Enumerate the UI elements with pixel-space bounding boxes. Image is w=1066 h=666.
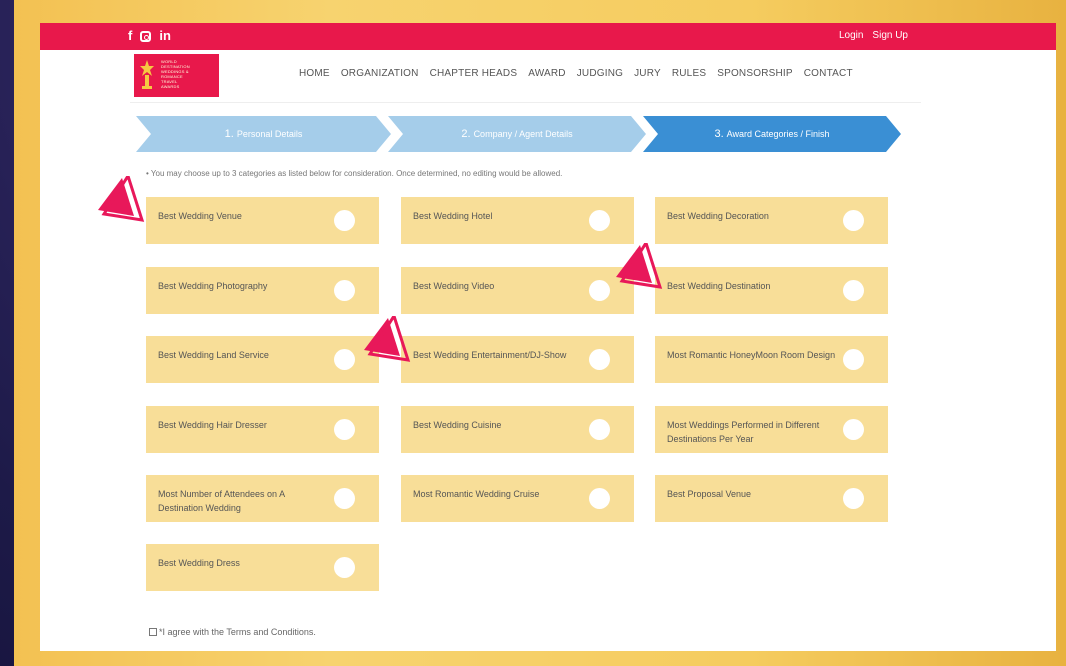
category-radio[interactable] xyxy=(589,419,610,440)
category-card[interactable]: Best Wedding Entertainment/DJ-Show xyxy=(401,336,634,383)
step-company-details[interactable]: 2. Company / Agent Details xyxy=(388,116,646,152)
category-radio[interactable] xyxy=(589,488,610,509)
step-award-categories[interactable]: 3. Award Categories / Finish xyxy=(643,116,901,152)
instagram-icon[interactable] xyxy=(140,30,152,42)
category-card[interactable]: Best Wedding Decoration xyxy=(655,197,888,244)
category-radio[interactable] xyxy=(843,488,864,509)
category-card[interactable]: Best Wedding Cuisine xyxy=(401,406,634,453)
category-card[interactable]: Most Romantic Wedding Cruise xyxy=(401,475,634,522)
pointer-arrow-icon xyxy=(364,316,411,362)
category-card[interactable]: Most Number of Attendees on A Destinatio… xyxy=(146,475,379,522)
category-radio[interactable] xyxy=(843,210,864,231)
nav-award[interactable]: AWARD xyxy=(528,68,565,79)
category-radio[interactable] xyxy=(589,349,610,370)
category-radio[interactable] xyxy=(334,210,355,231)
category-radio[interactable] xyxy=(334,280,355,301)
terms-checkbox[interactable] xyxy=(149,628,157,636)
nav-jury[interactable]: JURY xyxy=(634,68,661,79)
category-radio[interactable] xyxy=(843,419,864,440)
category-radio[interactable] xyxy=(334,419,355,440)
category-card[interactable]: Most Romantic HoneyMoon Room Design xyxy=(655,336,888,383)
nav-sponsorship[interactable]: SPONSORSHIP xyxy=(717,68,793,79)
category-card[interactable]: Best Wedding Photography xyxy=(146,267,379,314)
facebook-icon[interactable]: f xyxy=(128,28,132,44)
nav-chapter-heads[interactable]: CHAPTER HEADS xyxy=(430,68,518,79)
linkedin-icon[interactable]: in xyxy=(159,28,171,44)
terms-agreement: *I agree with the Terms and Conditions. xyxy=(149,627,316,637)
category-card[interactable]: Best Wedding Venue xyxy=(146,197,379,244)
category-card[interactable]: Best Wedding Hotel xyxy=(401,197,634,244)
instruction-note: • You may choose up to 3 categories as l… xyxy=(146,169,563,178)
signup-link[interactable]: Sign Up xyxy=(872,30,908,41)
site-logo[interactable]: WORLD DESTINATION WEDDINGS & ROMANCE TRA… xyxy=(134,54,219,97)
logo-text: WORLD DESTINATION WEDDINGS & ROMANCE TRA… xyxy=(161,59,190,89)
category-card[interactable]: Best Wedding Hair Dresser xyxy=(146,406,379,453)
category-radio[interactable] xyxy=(334,349,355,370)
category-card[interactable]: Best Wedding Land Service xyxy=(146,336,379,383)
site-header: WORLD DESTINATION WEDDINGS & ROMANCE TRA… xyxy=(130,50,921,103)
category-card[interactable]: Best Wedding Destination xyxy=(655,267,888,314)
social-links: f in xyxy=(128,28,171,44)
category-card[interactable]: Most Weddings Performed in Different Des… xyxy=(655,406,888,453)
category-card[interactable]: Best Proposal Venue xyxy=(655,475,888,522)
category-radio[interactable] xyxy=(589,280,610,301)
webpage: f in Login Sign Up WORLD DESTINATION WED… xyxy=(40,23,1056,651)
pointer-arrow-icon xyxy=(98,176,145,222)
trophy-icon xyxy=(140,60,154,89)
category-radio[interactable] xyxy=(843,280,864,301)
login-link[interactable]: Login xyxy=(839,30,863,41)
category-radio[interactable] xyxy=(334,557,355,578)
nav-organization[interactable]: ORGANIZATION xyxy=(341,68,419,79)
progress-steps: 1. Personal Details 2. Company / Agent Det… xyxy=(136,116,926,152)
main-nav: HOME ORGANIZATION CHAPTER HEADS AWARD JU… xyxy=(299,68,853,79)
category-radio[interactable] xyxy=(589,210,610,231)
category-card[interactable]: Best Wedding Dress xyxy=(146,544,379,591)
step-personal-details[interactable]: 1. Personal Details xyxy=(136,116,391,152)
nav-judging[interactable]: JUDGING xyxy=(577,68,623,79)
pointer-arrow-icon xyxy=(616,243,663,289)
top-bar: f in Login Sign Up xyxy=(40,23,1056,50)
category-card[interactable]: Best Wedding Video xyxy=(401,267,634,314)
nav-contact[interactable]: CONTACT xyxy=(804,68,853,79)
nav-rules[interactable]: RULES xyxy=(672,68,706,79)
category-radio[interactable] xyxy=(334,488,355,509)
auth-links: Login Sign Up xyxy=(839,30,908,41)
nav-home[interactable]: HOME xyxy=(299,68,330,79)
category-radio[interactable] xyxy=(843,349,864,370)
